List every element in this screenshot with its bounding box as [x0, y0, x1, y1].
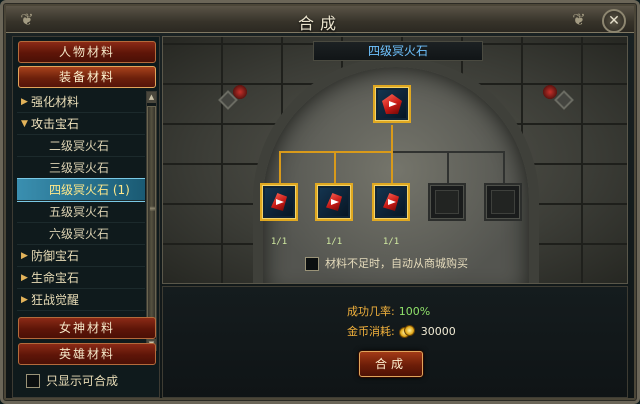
- target-item-slot[interactable]: [373, 85, 411, 123]
- tree-item-defense-gem[interactable]: ▶ 防御宝石: [17, 245, 145, 267]
- connector-line: [447, 151, 449, 183]
- gold-cost-label: 金币消耗:: [347, 325, 395, 338]
- material-slot-1[interactable]: [260, 183, 298, 221]
- glow-right-icon: [543, 85, 557, 99]
- gold-cost-value: 30000: [420, 325, 456, 338]
- material-count: 1/1: [382, 237, 400, 247]
- only-craftable-checkbox[interactable]: [26, 374, 40, 388]
- tree-scrollbar[interactable]: ▲ ≡ ▼: [146, 91, 157, 351]
- connector-line: [279, 151, 393, 153]
- tree-item-label: 六级冥火石: [49, 227, 110, 241]
- tree-item-attack-gem[interactable]: ▼ 攻击宝石: [17, 113, 145, 135]
- tree-item-label: 二级冥火石: [49, 139, 110, 153]
- tree-item-gem-lv3[interactable]: 三级冥火石: [17, 157, 145, 179]
- connector-line: [334, 151, 336, 183]
- ornament-right-icon: ❦: [572, 10, 586, 29]
- tree-item-label: 攻击宝石: [31, 117, 80, 131]
- title-bar[interactable]: ❦ 合成 ❦ ✕: [6, 6, 634, 33]
- tree-item-label: 强化材料: [31, 95, 80, 109]
- tree-item-gem-lv6[interactable]: 六级冥火石: [17, 223, 145, 245]
- material-slot-3[interactable]: [372, 183, 410, 221]
- connector-line: [503, 151, 505, 183]
- tree-item-label: 狂战觉醒: [31, 293, 80, 307]
- connector-line: [279, 151, 281, 183]
- tree-item-gem-lv2[interactable]: 二级冥火石: [17, 135, 145, 157]
- autobuy-checkbox[interactable]: [305, 257, 319, 271]
- empty-slot-icon: [491, 190, 515, 214]
- gem-lv3-icon: [320, 188, 348, 216]
- gem-lv3-icon: [377, 188, 405, 216]
- close-button[interactable]: ✕: [602, 9, 626, 33]
- expand-arrow-icon: ▶: [21, 295, 28, 305]
- expand-arrow-icon: ▶: [21, 273, 28, 283]
- category-goddess-button[interactable]: 女神材料: [18, 317, 156, 339]
- craft-info-panel: 成功几率: 100% 金币消耗: 30000 合成: [162, 286, 628, 398]
- material-slot-5[interactable]: [484, 183, 522, 221]
- category-equipment-button[interactable]: 装备材料: [18, 66, 156, 88]
- category-panel: 人物材料 装备材料 ▶ 强化材料 ▼ 攻击宝石 二级冥火石 三级冥火石 四级冥火…: [12, 36, 160, 398]
- recipe-panel: 四级冥火石 1/1 1/1 1/1 材料不足时，自动从商城购买: [162, 36, 628, 284]
- gem-lv4-icon: [378, 90, 406, 118]
- material-count: 1/1: [325, 237, 343, 247]
- scroll-thumb[interactable]: ≡: [147, 106, 156, 322]
- tree-item-label: 生命宝石: [31, 271, 80, 285]
- category-character-button[interactable]: 人物材料: [18, 41, 156, 63]
- success-rate-label: 成功几率:: [347, 305, 395, 318]
- material-slot-2[interactable]: [315, 183, 353, 221]
- tree-item-gem-lv4[interactable]: 四级冥火石 (1): [17, 178, 145, 202]
- expand-arrow-icon: ▶: [21, 251, 28, 261]
- material-slot-4[interactable]: [428, 183, 466, 221]
- tree-item-enhance[interactable]: ▶ 强化材料: [17, 91, 145, 113]
- connector-line: [391, 125, 393, 153]
- connector-line: [391, 151, 393, 183]
- only-craftable-label: 只显示可合成: [46, 374, 119, 388]
- material-count: 1/1: [270, 237, 288, 247]
- tree-item-life-gem[interactable]: ▶ 生命宝石: [17, 267, 145, 289]
- tree-item-label: 防御宝石: [31, 249, 80, 263]
- expand-arrow-icon: ▶: [21, 97, 28, 107]
- material-tree: ▶ 强化材料 ▼ 攻击宝石 二级冥火石 三级冥火石 四级冥火石 (1) 五级冥火…: [17, 91, 145, 349]
- success-rate-row: 成功几率: 100%: [347, 303, 430, 319]
- success-rate-value: 100%: [398, 305, 431, 318]
- tree-item-gem-lv5[interactable]: 五级冥火石: [17, 201, 145, 223]
- gold-cost-row: 金币消耗: 30000: [347, 323, 456, 339]
- autobuy-label: 材料不足时，自动从商城购买: [325, 257, 468, 270]
- gem-lv3-icon: [265, 188, 293, 216]
- category-hero-button[interactable]: 英雄材料: [18, 343, 156, 365]
- tree-item-label: 四级冥火石 (1): [49, 183, 130, 197]
- collapse-arrow-icon: ▼: [21, 119, 28, 129]
- grip-icon: ≡: [149, 204, 156, 213]
- recipe-title: 四级冥火石: [313, 41, 483, 61]
- tree-item-label: 五级冥火石: [49, 205, 110, 219]
- tree-item-label: 三级冥火石: [49, 161, 110, 175]
- empty-slot-icon: [435, 190, 459, 214]
- window-title: 合成: [297, 14, 342, 33]
- scroll-up-icon[interactable]: ▲: [147, 92, 156, 103]
- connector-line: [393, 151, 505, 153]
- gold-coin-icon: [398, 325, 415, 338]
- tree-item-berserk[interactable]: ▶ 狂战觉醒: [17, 289, 145, 311]
- craft-button[interactable]: 合成: [359, 351, 423, 377]
